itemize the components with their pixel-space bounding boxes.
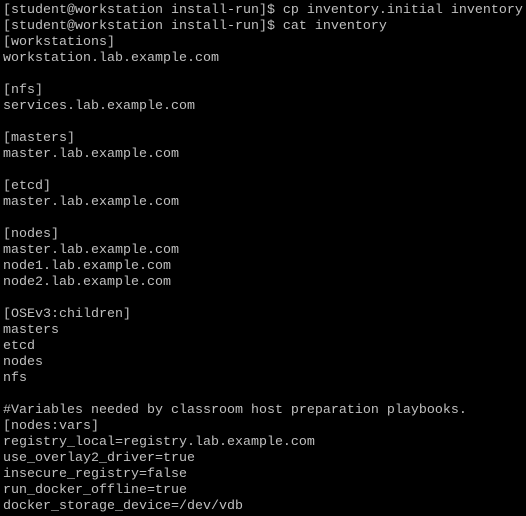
terminal-line: insecure_registry=false xyxy=(3,467,187,482)
terminal-line: registry_local=registry.lab.example.com xyxy=(3,435,315,450)
terminal-line: services.lab.example.com xyxy=(3,99,195,114)
terminal-line: node1.lab.example.com xyxy=(3,259,171,274)
terminal-line: workstation.lab.example.com xyxy=(3,51,219,66)
terminal-line: run_docker_offline=true xyxy=(3,483,187,498)
terminal-line: #Variables needed by classroom host prep… xyxy=(3,403,467,418)
terminal-line: etcd xyxy=(3,339,35,354)
terminal-line: use_overlay2_driver=true xyxy=(3,451,195,466)
terminal-line: [OSEv3:children] xyxy=(3,307,131,322)
terminal-line: [nfs] xyxy=(3,83,43,98)
terminal-output[interactable]: [student@workstation install-run]$ cp in… xyxy=(0,0,526,516)
terminal-line: nodes xyxy=(3,355,43,370)
terminal-line: [student@workstation install-run]$ cp in… xyxy=(3,3,523,18)
terminal-line: master.lab.example.com xyxy=(3,147,179,162)
terminal-line: [workstations] xyxy=(3,35,115,50)
terminal-line: [etcd] xyxy=(3,179,51,194)
terminal-line: node2.lab.example.com xyxy=(3,275,171,290)
terminal-line: docker_storage_device=/dev/vdb xyxy=(3,499,243,514)
terminal-line: nfs xyxy=(3,371,27,386)
terminal-line: [nodes:vars] xyxy=(3,419,99,434)
terminal-line: masters xyxy=(3,323,59,338)
terminal-line: [nodes] xyxy=(3,227,59,242)
terminal-line: [masters] xyxy=(3,131,75,146)
terminal-line: [student@workstation install-run]$ cat i… xyxy=(3,19,387,34)
terminal-line: master.lab.example.com xyxy=(3,243,179,258)
terminal-line: master.lab.example.com xyxy=(3,195,179,210)
